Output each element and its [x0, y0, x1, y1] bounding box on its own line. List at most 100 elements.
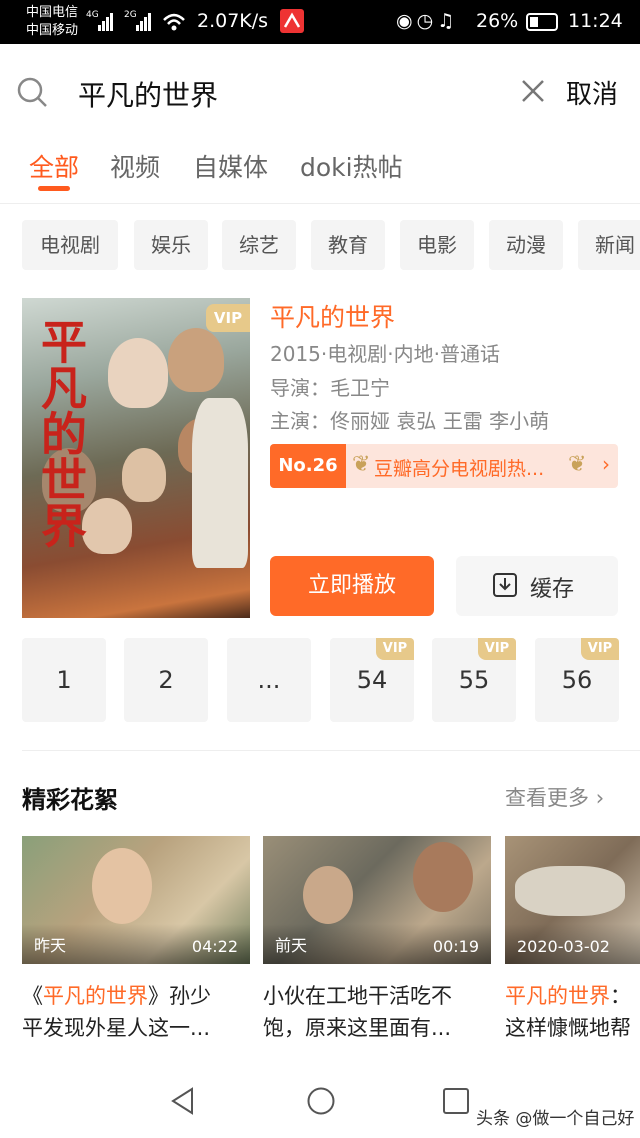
clip-figure — [515, 866, 625, 916]
clip-figure — [92, 848, 152, 924]
cancel-button[interactable]: 取消 — [566, 74, 618, 111]
show-poster[interactable]: 平凡的世界 VIP — [22, 298, 250, 618]
poster-figure — [168, 328, 224, 392]
episode-55[interactable]: 55 VIP — [432, 638, 516, 722]
signal-icon — [98, 12, 114, 32]
laurel-left-icon: ❦ — [352, 452, 371, 477]
eye-icon: ◉ — [396, 10, 417, 32]
carrier-2: 中国移动 — [26, 23, 79, 38]
episode-number: 55 — [458, 666, 490, 694]
divider — [22, 750, 640, 751]
show-cast: 主演：佟丽娅 袁弘 王雷 李小萌 — [270, 409, 550, 433]
battery-icon — [526, 13, 558, 31]
vip-badge: VIP — [478, 638, 516, 660]
result-tabs: 全部 视频 自媒体 doki热帖 — [0, 144, 640, 204]
episode-number: 56 — [561, 666, 593, 694]
tab-all[interactable]: 全部 — [29, 148, 79, 184]
home-icon[interactable] — [306, 1086, 336, 1116]
clip-thumbnail[interactable]: 2020-03-02 — [505, 836, 640, 964]
episode-56[interactable]: 56 VIP — [535, 638, 619, 722]
clip-title-highlight: 平凡的世界 — [505, 984, 610, 1008]
watermark: 头条 @做一个自己好 — [476, 1109, 635, 1129]
network-speed: 2.07K/s — [197, 10, 269, 32]
vip-badge: VIP — [581, 638, 619, 660]
clip-title[interactable]: 《平凡的世界》孙少 平发现外星人这一... — [22, 980, 250, 1044]
clip-duration: 00:19 — [432, 937, 479, 956]
ranking-banner[interactable]: No.26 ❦ 豆瓣高分电视剧热... ❦ › — [270, 444, 618, 488]
episode-number: 54 — [356, 666, 388, 694]
poster-figure — [108, 338, 168, 408]
tab-video[interactable]: 视频 — [110, 148, 160, 184]
clip-title-highlight: 平凡的世界 — [43, 984, 148, 1008]
category-entertainment[interactable]: 娱乐 — [134, 220, 208, 270]
carrier-labels: 中国电信 中国移动 — [26, 4, 78, 40]
search-input[interactable]: 平凡的世界 — [78, 74, 218, 114]
see-more-link[interactable]: 查看更多 › — [505, 782, 604, 812]
laurel-right-icon: ❦ — [568, 452, 587, 477]
episode-more[interactable]: ... — [227, 638, 311, 722]
poster-figure — [192, 398, 248, 568]
back-icon[interactable] — [168, 1086, 198, 1116]
clip-title[interactable]: 平凡的世界： 这样慷慨地帮 — [505, 980, 640, 1044]
active-tab-indicator — [38, 186, 70, 191]
alarm-icon: ◷ — [416, 10, 438, 32]
clip-date: 昨天 — [34, 936, 67, 955]
clock: 11:24 — [568, 10, 623, 32]
category-education[interactable]: 教育 — [311, 220, 385, 270]
clip-thumbnail[interactable]: 前天 00:19 — [263, 836, 491, 964]
network-type-2: 2G — [124, 10, 137, 20]
tab-media[interactable]: 自媒体 — [193, 148, 268, 184]
clip-figure — [303, 866, 353, 924]
chevron-right-icon: › — [602, 452, 610, 476]
clip-date: 前天 — [275, 936, 308, 955]
clip-title-line2: 平发现外星人这一... — [22, 1016, 211, 1040]
clip-figure — [413, 842, 473, 912]
clip-title-text: ： — [610, 984, 631, 1008]
show-title[interactable]: 平凡的世界 — [270, 298, 395, 334]
poster-title: 平凡的世界 — [34, 318, 88, 548]
category-tv[interactable]: 电视剧 — [22, 220, 118, 270]
category-movie[interactable]: 电影 — [400, 220, 474, 270]
clear-icon[interactable] — [520, 78, 546, 104]
cache-button[interactable]: 缓存 — [456, 556, 618, 616]
app-notification-icon — [280, 9, 304, 33]
episode-number: 2 — [158, 666, 174, 694]
chevron-right-icon: › — [595, 786, 605, 810]
clip-title-text: 》孙少 — [148, 984, 211, 1008]
signal-icon-2 — [136, 12, 152, 32]
rank-number: No.26 — [270, 444, 346, 488]
category-variety[interactable]: 综艺 — [222, 220, 296, 270]
episode-number: ... — [257, 666, 281, 694]
clip-duration: 04:22 — [191, 937, 238, 956]
section-title: 精彩花絮 — [22, 786, 118, 814]
rank-text: 豆瓣高分电视剧热... — [374, 458, 545, 480]
clip-title[interactable]: 小伙在工地干活吃不 饱，原来这里面有... — [263, 980, 491, 1044]
search-icon[interactable] — [16, 76, 48, 108]
clip-thumbnail[interactable]: 昨天 04:22 — [22, 836, 250, 964]
cache-label: 缓存 — [530, 577, 575, 602]
clip-title-line2: 饱，原来这里面有... — [263, 1016, 452, 1040]
vip-badge: VIP — [376, 638, 414, 660]
show-meta: 2015·电视剧·内地·普通话 — [270, 342, 500, 366]
category-anime[interactable]: 动漫 — [489, 220, 563, 270]
download-icon — [493, 573, 517, 597]
search-bar: 平凡的世界 取消 — [0, 44, 640, 144]
status-bar: 中国电信 中国移动 4G 2G 2.07K/s ◉◷♫ 26% 11:24 — [0, 0, 640, 44]
poster-figure — [122, 448, 166, 502]
status-icons: ◉◷♫ — [396, 10, 458, 32]
vip-badge: VIP — [206, 304, 250, 332]
recent-apps-icon[interactable] — [442, 1087, 470, 1115]
episode-54[interactable]: 54 VIP — [330, 638, 414, 722]
see-more-label: 查看更多 — [505, 786, 589, 810]
tab-doki[interactable]: doki热帖 — [300, 148, 403, 184]
clip-date: 2020-03-02 — [517, 937, 610, 956]
wifi-icon — [163, 13, 185, 31]
clip-title-text: 《 — [22, 984, 43, 1008]
episode-2[interactable]: 2 — [124, 638, 208, 722]
episode-1[interactable]: 1 — [22, 638, 106, 722]
category-news[interactable]: 新闻 — [578, 220, 640, 270]
mute-icon: ♫ — [437, 10, 459, 32]
episode-number: 1 — [56, 666, 72, 694]
play-now-button[interactable]: 立即播放 — [270, 556, 434, 616]
network-type-1: 4G — [86, 10, 99, 20]
